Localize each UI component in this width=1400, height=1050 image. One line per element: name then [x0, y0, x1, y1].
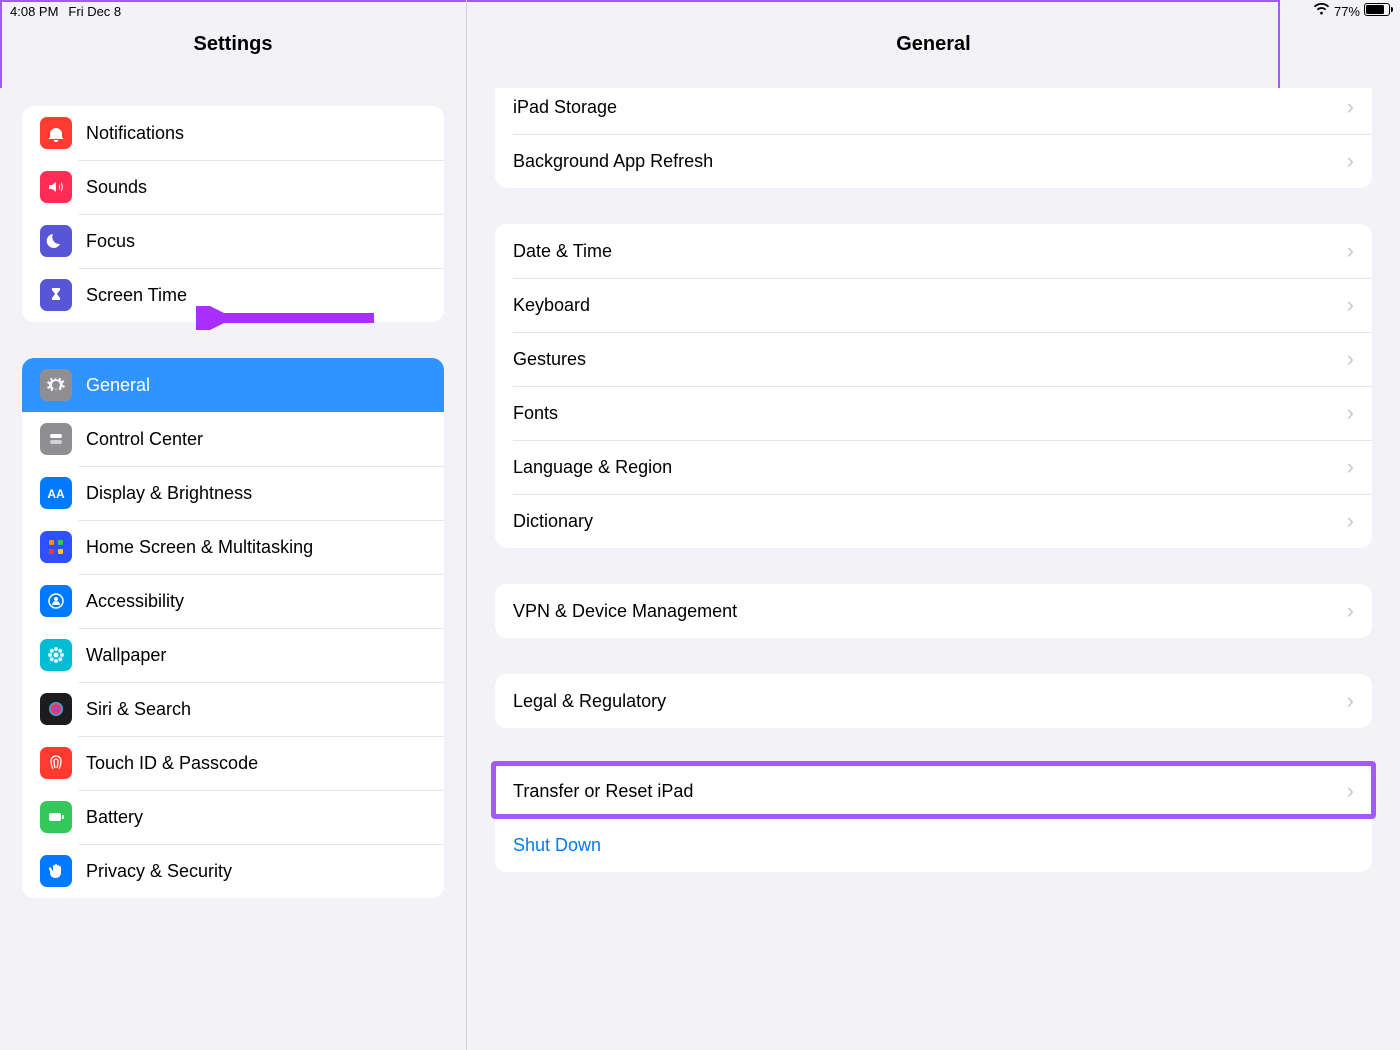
detail-row-dictionary[interactable]: Dictionary›: [495, 494, 1372, 548]
detail-row-gestures[interactable]: Gestures›: [495, 332, 1372, 386]
detail-row-legal-regulatory[interactable]: Legal & Regulatory›: [495, 674, 1372, 728]
chevron-right-icon: ›: [1347, 348, 1354, 370]
wifi-icon: [1313, 3, 1330, 19]
detail-row-language-region[interactable]: Language & Region›: [495, 440, 1372, 494]
sidebar-item-label: Home Screen & Multitasking: [86, 537, 426, 558]
hourglass-icon: [40, 279, 72, 311]
status-date: Fri Dec 8: [68, 4, 121, 19]
hand-icon: [40, 855, 72, 887]
sidebar-item-label: Battery: [86, 807, 426, 828]
sidebar-item-control-center[interactable]: Control Center: [22, 412, 444, 466]
sidebar-item-screen-time[interactable]: Screen Time: [22, 268, 444, 322]
detail-row-label: Gestures: [513, 349, 1347, 370]
sidebar-item-label: Notifications: [86, 123, 426, 144]
aa-icon: AA: [40, 477, 72, 509]
detail-row-date-time[interactable]: Date & Time›: [495, 224, 1372, 278]
detail-row-label: Shut Down: [513, 835, 1354, 856]
svg-text:AA: AA: [47, 487, 65, 501]
detail-row-vpn-device-management[interactable]: VPN & Device Management›: [495, 584, 1372, 638]
sidebar-item-label: Display & Brightness: [86, 483, 426, 504]
sidebar-item-label: Focus: [86, 231, 426, 252]
gear-icon: [40, 369, 72, 401]
battery-pct: 77%: [1334, 4, 1360, 19]
sidebar-item-label: Touch ID & Passcode: [86, 753, 426, 774]
bell-icon: [40, 117, 72, 149]
sidebar-item-focus[interactable]: Focus: [22, 214, 444, 268]
sidebar-item-label: Wallpaper: [86, 645, 426, 666]
sidebar-item-home-screen-multitasking[interactable]: Home Screen & Multitasking: [22, 520, 444, 574]
detail-row-label: VPN & Device Management: [513, 601, 1347, 622]
chevron-right-icon: ›: [1347, 402, 1354, 424]
sidebar-item-wallpaper[interactable]: Wallpaper: [22, 628, 444, 682]
chevron-right-icon: ›: [1347, 780, 1354, 802]
finger-icon: [40, 747, 72, 779]
sidebar-item-label: Sounds: [86, 177, 426, 198]
flower-icon: [40, 639, 72, 671]
detail-row-transfer-or-reset-ipad[interactable]: Transfer or Reset iPad›: [495, 764, 1372, 818]
chevron-right-icon: ›: [1347, 150, 1354, 172]
sidebar-item-label: Privacy & Security: [86, 861, 426, 882]
sidebar-item-label: Siri & Search: [86, 699, 426, 720]
moon-icon: [40, 225, 72, 257]
sidebar-item-display-brightness[interactable]: AA Display & Brightness: [22, 466, 444, 520]
sidebar-item-sounds[interactable]: Sounds: [22, 160, 444, 214]
detail-group-0: iPad Storage›Background App Refresh›: [495, 88, 1372, 188]
detail-row-label: Dictionary: [513, 511, 1347, 532]
sidebar-item-general[interactable]: General: [22, 358, 444, 412]
detail-row-fonts[interactable]: Fonts›: [495, 386, 1372, 440]
detail-row-keyboard[interactable]: Keyboard›: [495, 278, 1372, 332]
sidebar-group-1: General Control Center AA Display & Brightn…: [22, 358, 444, 898]
detail-row-label: Transfer or Reset iPad: [513, 781, 1347, 802]
sidebar-item-siri-search[interactable]: Siri & Search: [22, 682, 444, 736]
detail-row-label: iPad Storage: [513, 97, 1347, 118]
siri-icon: [40, 693, 72, 725]
status-time: 4:08 PM: [10, 4, 58, 19]
toggles-icon: [40, 423, 72, 455]
sidebar-item-battery[interactable]: Battery: [22, 790, 444, 844]
detail-row-ipad-storage[interactable]: iPad Storage›: [495, 88, 1372, 134]
speaker-icon: [40, 171, 72, 203]
sidebar-group-0: Notifications Sounds Focus Screen Time: [22, 106, 444, 322]
detail-row-label: Language & Region: [513, 457, 1347, 478]
detail-pane: iPad Storage›Background App Refresh›Date…: [467, 88, 1400, 1050]
detail-row-label: Date & Time: [513, 241, 1347, 262]
detail-row-label: Background App Refresh: [513, 151, 1347, 172]
battery-icon: [1364, 3, 1390, 19]
detail-group-1: Date & Time›Keyboard›Gestures›Fonts›Lang…: [495, 224, 1372, 548]
person-icon: [40, 585, 72, 617]
sidebar-item-notifications[interactable]: Notifications: [22, 106, 444, 160]
detail-row-label: Legal & Regulatory: [513, 691, 1347, 712]
battery-icon: [40, 801, 72, 833]
detail-group-4: Transfer or Reset iPad› Shut Down: [495, 764, 1372, 872]
detail-group-2: VPN & Device Management›: [495, 584, 1372, 638]
chevron-right-icon: ›: [1347, 240, 1354, 262]
status-bar: 4:08 PM Fri Dec 8 77%: [0, 0, 1400, 22]
detail-row-label: Fonts: [513, 403, 1347, 424]
detail-row-shut-down[interactable]: Shut Down: [495, 818, 1372, 872]
detail-group-3: Legal & Regulatory›: [495, 674, 1372, 728]
sidebar-item-touch-id-passcode[interactable]: Touch ID & Passcode: [22, 736, 444, 790]
chevron-right-icon: ›: [1347, 96, 1354, 118]
grid-icon: [40, 531, 72, 563]
chevron-right-icon: ›: [1347, 510, 1354, 532]
sidebar-item-accessibility[interactable]: Accessibility: [22, 574, 444, 628]
sidebar-item-label: General: [86, 375, 426, 396]
sidebar-item-label: Control Center: [86, 429, 426, 450]
sidebar: Notifications Sounds Focus Screen Time Gene…: [0, 88, 467, 1050]
detail-row-label: Keyboard: [513, 295, 1347, 316]
detail-row-background-app-refresh[interactable]: Background App Refresh›: [495, 134, 1372, 188]
sidebar-item-privacy-security[interactable]: Privacy & Security: [22, 844, 444, 898]
chevron-right-icon: ›: [1347, 456, 1354, 478]
sidebar-item-label: Screen Time: [86, 285, 426, 306]
chevron-right-icon: ›: [1347, 294, 1354, 316]
chevron-right-icon: ›: [1347, 690, 1354, 712]
chevron-right-icon: ›: [1347, 600, 1354, 622]
sidebar-item-label: Accessibility: [86, 591, 426, 612]
